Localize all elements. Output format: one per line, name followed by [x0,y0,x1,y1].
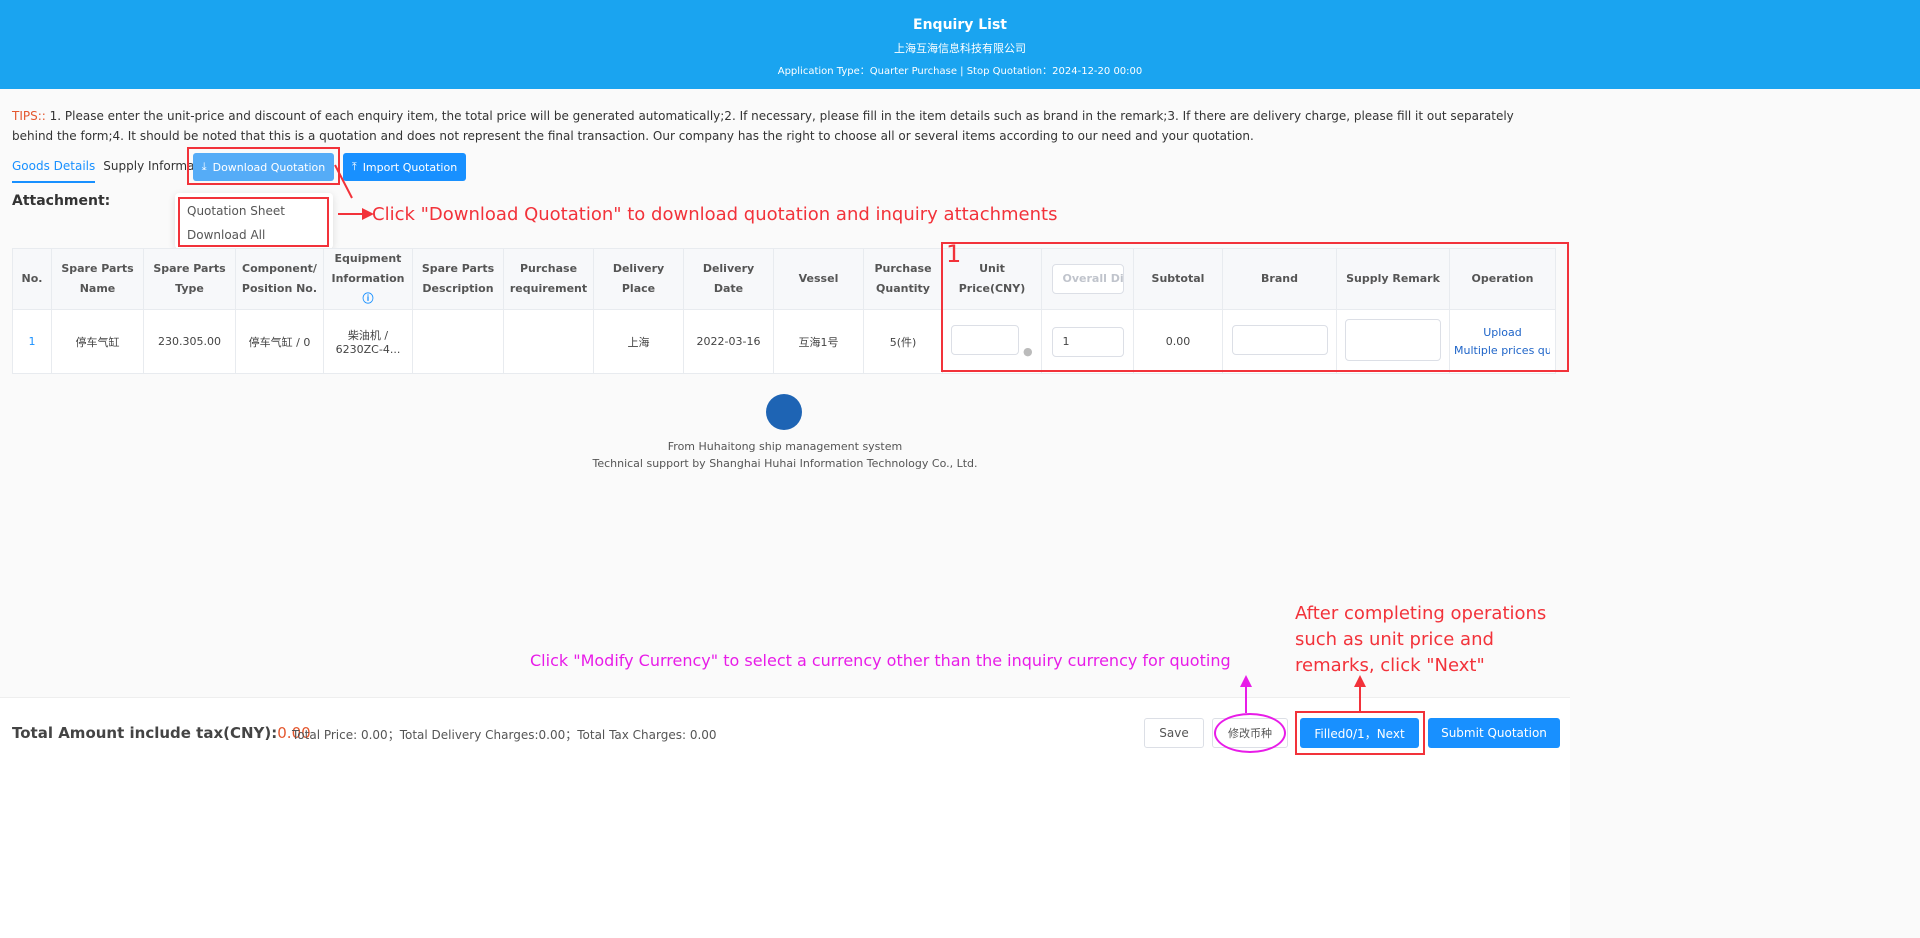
cell-quantity: 5(件) [863,309,943,374]
footer-line2: Technical support by Shanghai Huhai Info… [592,457,978,470]
highlight-box [1295,711,1425,755]
tips: TIPS:: 1. Please enter the unit-price an… [12,106,1557,146]
col-place: Delivery Place [593,248,684,310]
red-arrow [1354,675,1366,713]
submit-quotation-button[interactable]: Submit Quotation [1428,718,1560,748]
cell-name: 停车气缸 [51,309,144,374]
col-type: Spare Parts Type [143,248,236,310]
tips-text: 1. Please enter the unit-price and disco… [12,109,1514,143]
currency-highlight [1214,713,1286,753]
col-equipment: Equipment Information ⓘ [323,248,413,310]
download-annotation: Click "Download Quotation" to download q… [372,204,1058,225]
attachment-label: Attachment: [12,193,111,209]
tips-label: TIPS:: [12,109,46,123]
currency-annotation: Click "Modify Currency" to select a curr… [530,651,1231,670]
total-amount: Total Amount include tax(CNY):0.00 [12,724,311,742]
info-icon[interactable]: ⓘ [363,292,374,305]
footer-info: From Huhaitong ship management system Tec… [0,438,1570,472]
col-name: Spare Parts Name [51,248,144,310]
save-button[interactable]: Save [1144,718,1204,748]
pink-arrow [1240,675,1252,713]
highlight-box [941,242,1569,372]
next-annotation: After completing operations such as unit… [1295,603,1547,676]
highlight-box [187,147,340,185]
page-title: Enquiry List [913,17,1007,33]
cell-equipment: 柴油机 / 6230ZC-4... [323,309,413,374]
cell-requirement [503,309,594,374]
col-requirement: Purchase requirement [503,248,594,310]
cell-description [412,309,504,374]
total-label: Total Amount include tax(CNY): [12,724,278,742]
col-component: Component/ Position No. [235,248,324,310]
arrow-annotation [334,164,374,220]
import-label: Import Quotation [362,160,458,174]
step-number: 1 [946,240,962,268]
highlight-box [178,197,329,247]
col-quantity: Purchase Quantity [863,248,943,310]
cell-component: 停车气缸 / 0 [235,309,324,374]
col-vessel: Vessel [773,248,864,310]
footer-line1: From Huhaitong ship management system [667,440,903,453]
application-meta: Application Type：Quarter Purchase | Stop… [777,66,1143,77]
cell-no: 1 [12,309,52,374]
cell-place: 上海 [593,309,684,374]
page-header: Enquiry List 上海互海信息科技有限公司 Application Ty… [0,0,1920,89]
total-detail: Total Price: 0.00；Total Delivery Charges… [292,728,717,742]
cell-vessel: 互海1号 [773,309,864,374]
col-date: Delivery Date [683,248,774,310]
col-description: Spare Parts Description [412,248,504,310]
col-no: No. [12,248,52,310]
tab-goods-details[interactable]: Goods Details [12,155,96,183]
huhaitong-logo [766,394,802,430]
company-name: 上海互海信息科技有限公司 [894,42,1026,55]
cell-date: 2022-03-16 [683,309,774,374]
cell-type: 230.305.00 [143,309,236,374]
